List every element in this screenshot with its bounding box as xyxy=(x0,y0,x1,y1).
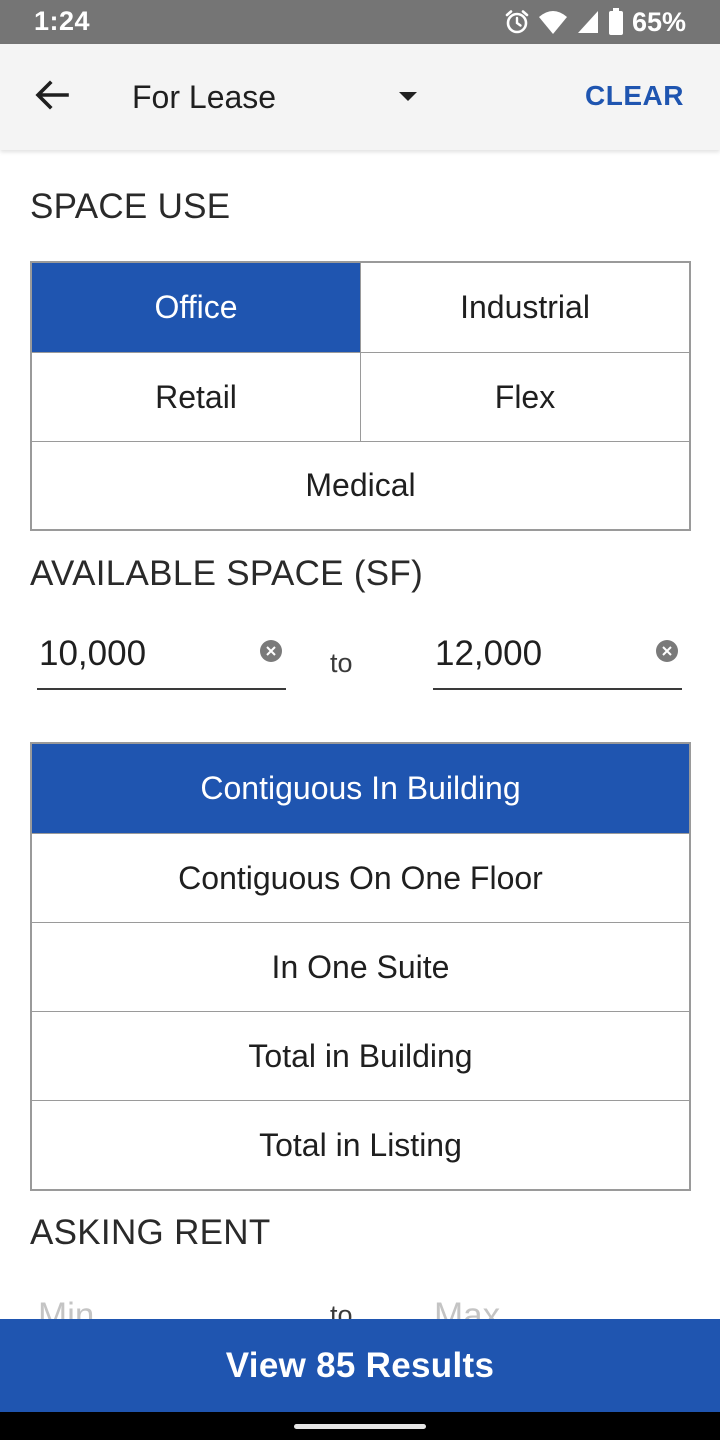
clear-circle-icon[interactable] xyxy=(656,640,678,662)
range-separator: to xyxy=(330,648,353,678)
system-nav-bar xyxy=(0,1412,720,1440)
list-divider xyxy=(32,833,689,834)
max-space-value: 12,000 xyxy=(435,634,543,673)
measure-one-suite[interactable]: In One Suite xyxy=(32,923,689,1011)
asking-rent-heading: ASKING RENT xyxy=(30,1213,271,1252)
max-space-input[interactable]: 12,000 xyxy=(433,630,682,690)
space-use-medical[interactable]: Medical xyxy=(32,442,689,529)
view-results-button[interactable]: View 85 Results xyxy=(0,1319,720,1412)
view-results-label: View 85 Results xyxy=(225,1345,495,1385)
list-divider xyxy=(32,1100,689,1101)
grid-divider xyxy=(32,441,689,442)
measure-total-listing[interactable]: Total in Listing xyxy=(32,1101,689,1189)
home-indicator[interactable] xyxy=(294,1424,426,1429)
measure-contiguous-floor[interactable]: Contiguous On One Floor xyxy=(32,834,689,922)
caret-down-icon xyxy=(399,92,417,101)
grid-divider xyxy=(360,263,361,441)
space-measure-list: Contiguous In Building Contiguous On One… xyxy=(30,742,691,1191)
space-use-flex[interactable]: Flex xyxy=(361,353,689,441)
available-space-heading: AVAILABLE SPACE (SF) xyxy=(30,554,424,593)
min-space-input[interactable]: 10,000 xyxy=(37,630,286,690)
battery-icon xyxy=(608,8,624,36)
signal-icon xyxy=(576,9,600,35)
list-divider xyxy=(32,922,689,923)
app-bar: For Lease CLEAR xyxy=(0,44,720,150)
clear-circle-icon[interactable] xyxy=(260,640,282,662)
battery-percentage: 65% xyxy=(631,6,686,37)
space-use-grid: Office Industrial Retail Flex Medical xyxy=(30,261,691,531)
space-use-office[interactable]: Office xyxy=(32,263,360,352)
listing-type-dropdown[interactable]: For Lease xyxy=(132,68,432,126)
back-button[interactable] xyxy=(20,72,84,122)
wifi-icon xyxy=(538,9,568,35)
min-space-value: 10,000 xyxy=(39,634,147,673)
clear-button[interactable]: CLEAR xyxy=(585,80,684,112)
space-use-retail[interactable]: Retail xyxy=(32,353,360,441)
arrow-left-icon xyxy=(35,79,69,115)
status-icons: 65% xyxy=(504,6,686,38)
listing-type-label: For Lease xyxy=(132,78,277,115)
status-time: 1:24 xyxy=(34,6,91,36)
list-divider xyxy=(32,1011,689,1012)
alarm-icon xyxy=(504,9,530,35)
space-use-industrial[interactable]: Industrial xyxy=(361,263,689,352)
measure-contiguous-building[interactable]: Contiguous In Building xyxy=(32,744,689,833)
status-bar: 1:24 65% xyxy=(0,0,720,44)
space-use-heading: SPACE USE xyxy=(30,187,231,226)
measure-total-building[interactable]: Total in Building xyxy=(32,1012,689,1100)
